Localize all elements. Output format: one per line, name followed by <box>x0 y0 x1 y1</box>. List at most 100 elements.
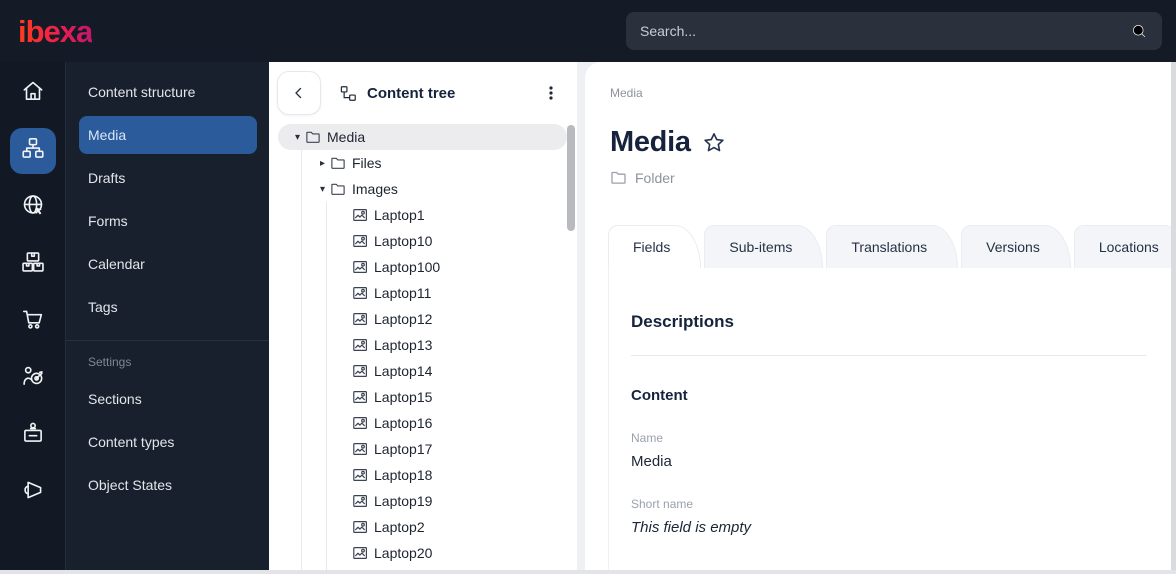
tree-row-images[interactable]: ▾ Images <box>278 176 567 202</box>
cart-icon <box>20 306 46 337</box>
rail-tile <box>10 356 56 402</box>
image-icon <box>352 493 368 509</box>
caret-right-icon[interactable]: ▸ <box>315 158 330 169</box>
rail-item-cart[interactable] <box>0 293 66 350</box>
tree-row-laptop17[interactable]: Laptop17 <box>278 436 567 462</box>
rail-tile <box>10 71 56 117</box>
menu-item-content-types[interactable]: Content types <box>66 420 269 463</box>
image-icon <box>352 389 368 405</box>
tab-locations[interactable]: Locations <box>1073 225 1176 268</box>
image-icon <box>352 233 368 249</box>
image-icon <box>352 363 368 379</box>
breadcrumb[interactable]: Media <box>610 86 1176 100</box>
tab-content: Descriptions Content Name Media Short name… <box>608 268 1176 574</box>
globe-cursor-icon <box>20 192 46 223</box>
tree-row-laptop19[interactable]: Laptop19 <box>278 488 567 514</box>
menu-item-calendar[interactable]: Calendar <box>66 242 269 285</box>
image-icon <box>352 207 368 223</box>
menu-item-sections[interactable]: Sections <box>66 377 269 420</box>
tree-row-laptop16[interactable]: Laptop16 <box>278 410 567 436</box>
content-type-label: Folder <box>635 169 675 186</box>
rail-item-packages[interactable] <box>0 236 66 293</box>
tree-options-button[interactable] <box>537 79 565 107</box>
tree-row-laptop12[interactable]: Laptop12 <box>278 306 567 332</box>
tree-node-label: Laptop100 <box>374 259 441 275</box>
caret-down-icon[interactable]: ▾ <box>315 184 330 195</box>
collapse-tree-button[interactable] <box>277 71 321 115</box>
page-title: Media <box>610 126 691 158</box>
tree-row-laptop13[interactable]: Laptop13 <box>278 332 567 358</box>
bookmark-star-icon[interactable] <box>701 130 727 156</box>
tab-sub-items[interactable]: Sub-items <box>704 225 824 268</box>
tree-node-label: Files <box>352 155 382 171</box>
rail-tile <box>10 185 56 231</box>
tree-scrollbar-thumb[interactable] <box>567 125 575 231</box>
tree-row-media[interactable]: ▾ Media <box>278 124 567 150</box>
badge-icon <box>20 420 46 451</box>
field-group-heading: Content <box>631 387 688 404</box>
rail-item-megaphone[interactable] <box>0 464 66 521</box>
search-input[interactable] <box>640 23 1130 39</box>
search-icon[interactable] <box>1130 22 1148 40</box>
tabs-area: Fields Sub-items Translations Versions Locat… <box>608 225 1176 574</box>
menu-item-media[interactable]: Media <box>79 116 257 154</box>
menu-item-object-states[interactable]: Object States <box>66 463 269 506</box>
section-heading: Descriptions <box>631 312 734 331</box>
tree-row-laptop20[interactable]: Laptop20 <box>278 540 567 566</box>
tree-node-label: Laptop11 <box>374 285 432 301</box>
caret-down-icon[interactable]: ▾ <box>290 132 305 143</box>
tree-row-laptop2[interactable]: Laptop2 <box>278 514 567 540</box>
menu-item-content-structure[interactable]: Content structure <box>66 70 269 113</box>
home-icon <box>20 78 46 109</box>
ibexa-logo[interactable]: ibexa <box>18 16 93 47</box>
image-icon <box>352 285 368 301</box>
menu-item-drafts[interactable]: Drafts <box>66 156 269 199</box>
rail-item-segment-target[interactable] <box>0 350 66 407</box>
image-icon <box>352 311 368 327</box>
image-icon <box>352 337 368 353</box>
field-value: This field is empty <box>631 519 752 536</box>
settings-heading: Settings <box>88 355 132 369</box>
content-tree-icon <box>340 85 356 101</box>
tab-fields[interactable]: Fields <box>608 225 702 268</box>
tree-row-laptop10[interactable]: Laptop10 <box>278 228 567 254</box>
tree-row-laptop18[interactable]: Laptop18 <box>278 462 567 488</box>
tab-translations[interactable]: Translations <box>826 225 959 268</box>
image-icon <box>352 259 368 275</box>
megaphone-icon <box>20 477 46 508</box>
tab-versions[interactable]: Versions <box>961 225 1071 268</box>
search-box[interactable] <box>626 12 1162 50</box>
tree-node-label: Laptop1 <box>374 207 425 223</box>
tree-row-laptop15[interactable]: Laptop15 <box>278 384 567 410</box>
tree-node-label: Images <box>352 181 398 197</box>
window-vertical-scrollbar[interactable] <box>1171 62 1176 574</box>
rail-item-badge[interactable] <box>0 407 66 464</box>
packages-icon <box>20 249 46 280</box>
rail-item-home[interactable] <box>0 65 66 122</box>
tree-row-laptop14[interactable]: Laptop14 <box>278 358 567 384</box>
tree-node-label: Laptop15 <box>374 389 433 405</box>
menu-item-forms[interactable]: Forms <box>66 199 269 242</box>
content-tree-title: Content tree <box>367 84 456 102</box>
rail-item-sitemap[interactable] <box>0 122 66 179</box>
tree-node-label: Laptop19 <box>374 493 433 509</box>
menu-divider <box>66 340 269 341</box>
field-name: Name Media <box>631 431 1146 470</box>
sitemap-icon <box>20 135 46 166</box>
rail-item-globe-cursor[interactable] <box>0 179 66 236</box>
tree-row-laptop11[interactable]: Laptop11 <box>278 280 567 306</box>
tree-row-laptop100[interactable]: Laptop100 <box>278 254 567 280</box>
tree-node-label: Laptop10 <box>374 233 433 249</box>
image-icon <box>352 545 368 561</box>
chevron-left-icon <box>295 87 302 99</box>
tree-node-label: Laptop13 <box>374 337 433 353</box>
window-horizontal-scrollbar[interactable] <box>0 570 1176 574</box>
content-tree-body: ▾ Media ▸ Files ▾ Images Laptop1 Laptop10 Laptop… <box>269 124 577 574</box>
topbar: ibexa <box>0 0 1176 62</box>
menu-item-tags[interactable]: Tags <box>66 285 269 328</box>
side-menu: Content structure Media Drafts Forms Calenda… <box>66 62 269 574</box>
tree-row-files[interactable]: ▸ Files <box>278 150 567 176</box>
tree-row-laptop1[interactable]: Laptop1 <box>278 202 567 228</box>
content-tree-title-group: Content tree <box>339 84 455 103</box>
main-panel: Media Media Folder Fields Sub-items Transl… <box>585 62 1176 574</box>
